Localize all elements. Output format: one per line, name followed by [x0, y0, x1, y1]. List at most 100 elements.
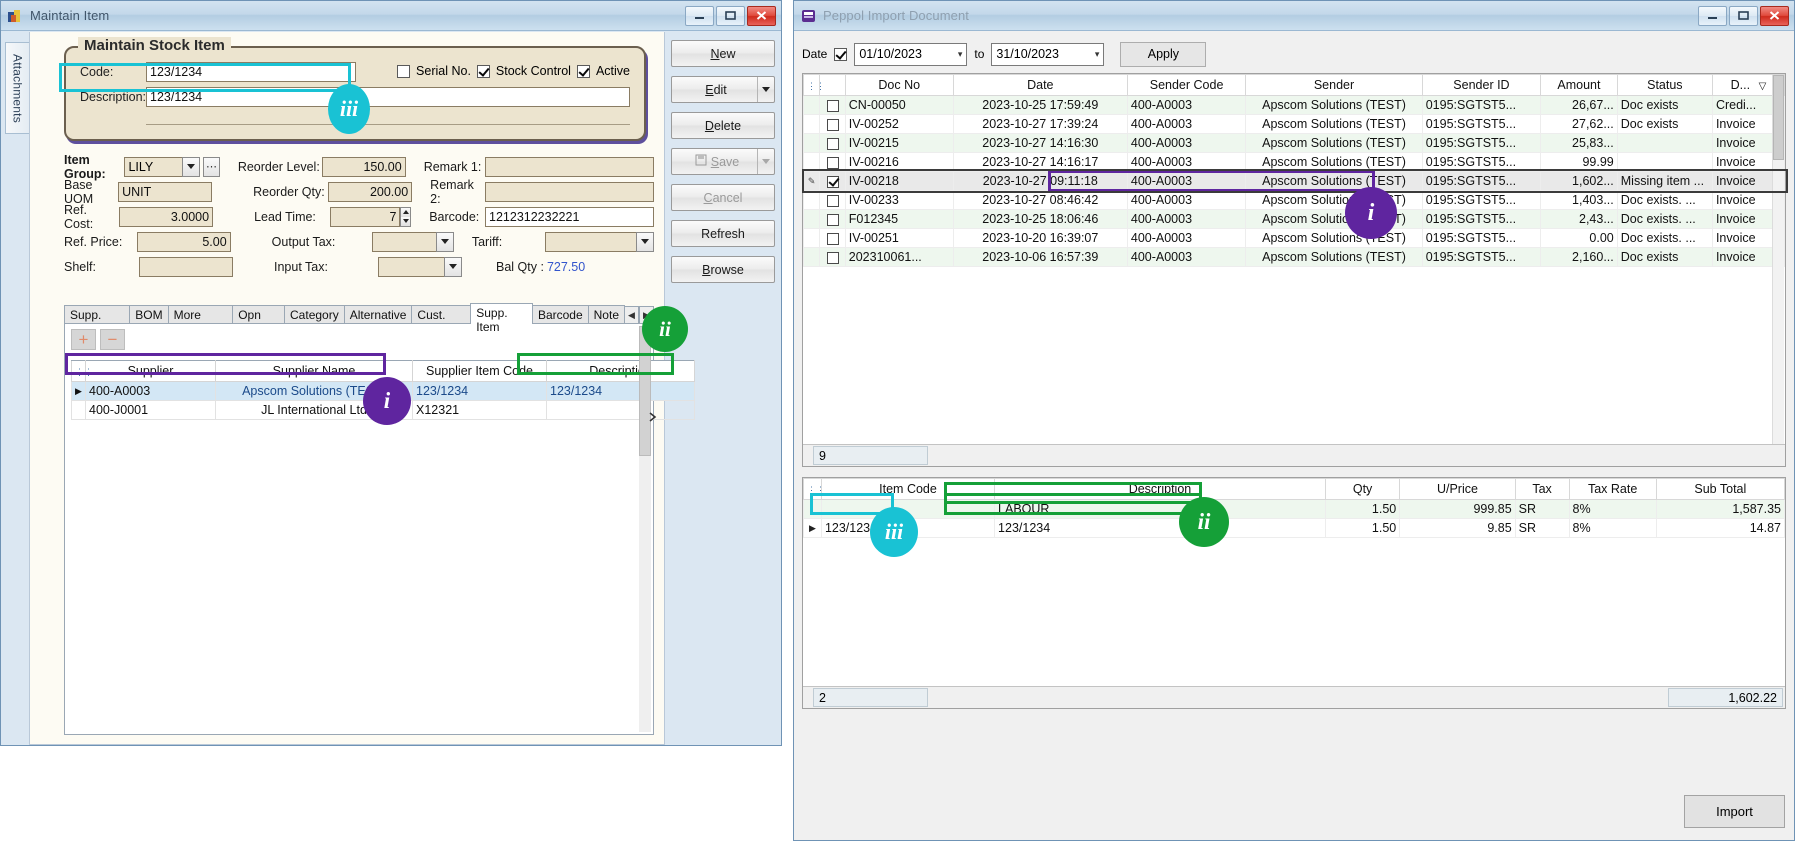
cell-tax[interactable]: SR: [1515, 500, 1569, 519]
row-checkbox[interactable]: [820, 153, 846, 172]
chevron-down-icon[interactable]: [436, 232, 454, 252]
row-checkbox[interactable]: [820, 248, 846, 267]
cell-date[interactable]: 2023-10-27 14:16:30: [953, 134, 1127, 153]
col-description[interactable]: Description: [547, 361, 695, 382]
supp-item-scrollbar[interactable]: [639, 326, 651, 732]
cell-status[interactable]: Doc exists: [1617, 96, 1712, 115]
col-supplier-item-code[interactable]: Supplier Item Code: [413, 361, 547, 382]
document-grid-scrollbar[interactable]: [1772, 75, 1784, 465]
checkbox-icon[interactable]: [827, 119, 839, 131]
table-row[interactable]: IV-002152023-10-27 14:16:30400-A0003Apsc…: [804, 134, 1785, 153]
tab-opn-bal[interactable]: Opn Bal.: [232, 305, 285, 324]
cell-supplier[interactable]: 400-A0003: [86, 382, 216, 401]
cell-status[interactable]: Doc exists: [1617, 115, 1712, 134]
cell-doc-no[interactable]: IV-00252: [845, 115, 953, 134]
checkbox-icon[interactable]: [827, 100, 839, 112]
cell-amount[interactable]: 1,602...: [1541, 172, 1618, 191]
checkbox-icon[interactable]: [827, 138, 839, 150]
tab-cust-item[interactable]: Cust. Item: [411, 305, 471, 324]
cell-sender-id[interactable]: 0195:SGTST5...: [1422, 134, 1540, 153]
date-from-input[interactable]: 01/10/2023 ▾: [854, 43, 967, 66]
cell-sender[interactable]: Apscom Solutions (TEST): [1246, 115, 1422, 134]
col-date[interactable]: Date: [953, 75, 1127, 96]
cell-uprice[interactable]: 999.85: [1400, 500, 1515, 519]
cell-date[interactable]: 2023-10-06 16:57:39: [953, 248, 1127, 267]
cell-date[interactable]: 2023-10-25 17:59:49: [953, 96, 1127, 115]
col-tax-rate[interactable]: Tax Rate: [1569, 479, 1656, 500]
cell-status[interactable]: [1617, 134, 1712, 153]
table-row[interactable]: ▶123/1234123/12341.509.85SR8%14.87: [804, 519, 1785, 538]
remark1-input[interactable]: [485, 157, 654, 177]
table-row[interactable]: 202310061...2023-10-06 16:57:39400-A0003…: [804, 248, 1785, 267]
reorder-level-input[interactable]: [322, 157, 406, 177]
cell-amount[interactable]: 99.99: [1541, 153, 1618, 172]
cell-status[interactable]: [1617, 153, 1712, 172]
remark2-input[interactable]: [485, 182, 654, 202]
table-row[interactable]: F0123452023-10-25 18:06:46400-A0003Apsco…: [804, 210, 1785, 229]
cell-sub-total[interactable]: 14.87: [1656, 519, 1784, 538]
checkbox-icon[interactable]: [827, 157, 839, 169]
cell-supplier-item-code[interactable]: X12321: [413, 401, 547, 420]
col-supplier[interactable]: Supplier: [86, 361, 216, 382]
tab-alternative[interactable]: Alternative: [344, 305, 413, 324]
cell-sender-id[interactable]: 0195:SGTST5...: [1422, 96, 1540, 115]
cell-doc-no[interactable]: F012345: [845, 210, 953, 229]
maximize-icon[interactable]: [1729, 6, 1758, 26]
cell-sender-code[interactable]: 400-A0003: [1127, 191, 1245, 210]
checkbox-icon[interactable]: [827, 252, 839, 264]
cell-amount[interactable]: 25,83...: [1541, 134, 1618, 153]
tab-note[interactable]: Note: [588, 305, 625, 324]
shelf-input[interactable]: [139, 257, 233, 277]
code-input[interactable]: [146, 62, 356, 82]
cell-date[interactable]: 2023-10-27 08:46:42: [953, 191, 1127, 210]
cell-sender-id[interactable]: 0195:SGTST5...: [1422, 172, 1540, 191]
col-item-description[interactable]: Description: [995, 479, 1326, 500]
ref-cost-input[interactable]: [119, 207, 213, 227]
barcode-input[interactable]: [485, 207, 654, 227]
table-row[interactable]: CN-000502023-10-25 17:59:49400-A0003Apsc…: [804, 96, 1785, 115]
col-tax[interactable]: Tax: [1515, 479, 1569, 500]
cell-amount[interactable]: 0.00: [1541, 229, 1618, 248]
cell-amount[interactable]: 1,403...: [1541, 191, 1618, 210]
col-amount[interactable]: Amount: [1541, 75, 1618, 96]
description-input[interactable]: [146, 87, 630, 107]
date-to-input[interactable]: 31/10/2023 ▾: [991, 43, 1104, 66]
cell-uprice[interactable]: 9.85: [1400, 519, 1515, 538]
tariff-combo[interactable]: [545, 232, 654, 252]
cell-sender-code[interactable]: 400-A0003: [1127, 210, 1245, 229]
cell-sender-code[interactable]: 400-A0003: [1127, 115, 1245, 134]
checkbox-icon[interactable]: [827, 233, 839, 245]
cell-doc-no[interactable]: IV-00218: [845, 172, 953, 191]
cell-item-description[interactable]: 123/1234: [995, 519, 1326, 538]
cell-supplier[interactable]: 400-J0001: [86, 401, 216, 420]
checkbox-icon[interactable]: [827, 214, 839, 226]
cell-sender-code[interactable]: 400-A0003: [1127, 96, 1245, 115]
minimize-icon[interactable]: [1698, 6, 1727, 26]
row-checkbox[interactable]: [820, 172, 846, 191]
row-checkbox[interactable]: [820, 134, 846, 153]
cell-sender-id[interactable]: 0195:SGTST5...: [1422, 248, 1540, 267]
cell-item-description[interactable]: LABOUR: [995, 500, 1326, 519]
output-tax-combo[interactable]: [372, 232, 453, 252]
cell-sender-code[interactable]: 400-A0003: [1127, 172, 1245, 191]
cell-tax-rate[interactable]: 8%: [1569, 519, 1656, 538]
serial-no-checkbox[interactable]: [397, 65, 410, 78]
tab-barcode[interactable]: Barcode: [532, 305, 589, 324]
checkbox-checked-icon[interactable]: [827, 176, 839, 188]
cell-sender[interactable]: Apscom Solutions (TEST): [1246, 248, 1422, 267]
cell-status[interactable]: Doc exists. ...: [1617, 210, 1712, 229]
cell-doc-no[interactable]: IV-00216: [845, 153, 953, 172]
cell-date[interactable]: 2023-10-27 17:39:24: [953, 115, 1127, 134]
row-checkbox[interactable]: [820, 115, 846, 134]
cell-description[interactable]: 123/1234: [547, 382, 695, 401]
chevron-down-icon[interactable]: [636, 232, 654, 252]
chevron-down-icon[interactable]: [182, 157, 200, 177]
refresh-button[interactable]: Refresh: [671, 220, 775, 247]
table-row[interactable]: IV-002522023-10-27 17:39:24400-A0003Apsc…: [804, 115, 1785, 134]
cell-date[interactable]: 2023-10-27 09:11:18: [953, 172, 1127, 191]
col-sender[interactable]: Sender: [1246, 75, 1422, 96]
chevron-down-icon[interactable]: [444, 257, 462, 277]
cell-sender[interactable]: Apscom Solutions (TEST): [1246, 96, 1422, 115]
cell-sender-code[interactable]: 400-A0003: [1127, 229, 1245, 248]
col-status[interactable]: Status: [1617, 75, 1712, 96]
